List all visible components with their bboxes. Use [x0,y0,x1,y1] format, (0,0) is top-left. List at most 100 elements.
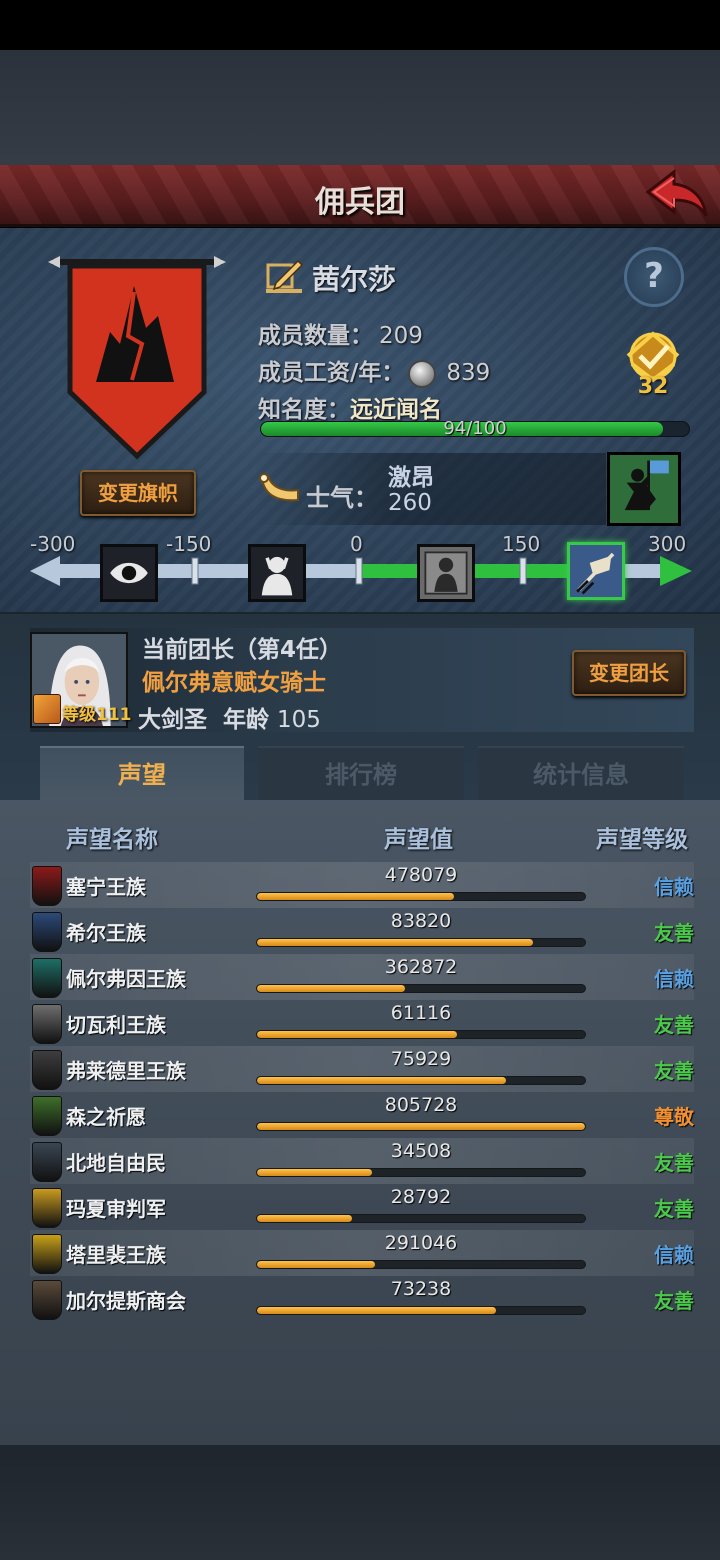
members-stat: 成员数量： 209 [258,316,423,350]
reputation-bar-fill [257,985,405,992]
table-row[interactable]: 森之祈愿 805728 尊敬 [30,1092,694,1138]
status-bar-area [0,0,720,50]
faction-crest-icon [32,1142,62,1182]
change-leader-button[interactable]: 变更团长 [572,650,686,696]
table-row[interactable]: 北地自由民 34508 友善 [30,1138,694,1184]
leader-class-age: 大剑圣 年龄 105 [138,700,321,734]
faction-crest-icon [32,1234,62,1274]
reputation-bar-fill [257,939,533,946]
morale-state: 激昂 [388,465,434,491]
faction-name: 加尔提斯商会 [66,1289,186,1313]
reputation-bar [256,1076,586,1085]
reputation-bar [256,1168,586,1177]
reputation-bar [256,1030,586,1039]
reputation-bar-fill [257,1261,376,1268]
table-row[interactable]: 希尔王族 83820 友善 [30,908,694,954]
help-button[interactable]: ? [624,247,684,307]
scale-tick-label: -300 [30,532,76,556]
faction-crest-icon [32,1050,62,1090]
horn-icon [259,473,299,502]
faction-name: 玛夏审判军 [66,1197,166,1221]
reputation-bar [256,984,586,993]
header-bar: 佣兵团 [0,165,720,227]
company-name: 茜尔莎 [312,263,397,296]
reputation-value: 73238 [390,1278,452,1300]
reputation-bar-fill [257,1169,372,1176]
reputation-value: 291046 [384,1232,458,1254]
faction-name: 佩尔弗因王族 [66,967,186,991]
leader-title: 当前团长（第4任） [142,637,343,663]
faction-crest-icon [32,1280,62,1320]
company-name-row: 茜尔莎 [264,258,396,298]
tab-leaderboard[interactable]: 排行榜 [258,746,464,800]
company-banner-emblem [48,256,226,460]
reputation-level: 友善 [654,1013,694,1037]
reputation-bar [256,938,586,947]
reputation-bar-fill [257,893,454,900]
rank-badge-number: 32 [637,374,669,399]
members-label: 成员数量： [258,323,373,349]
table-row[interactable]: 塞宁王族 478079 信赖 [30,862,694,908]
reputation-value: 362872 [384,956,458,978]
wage-stat: 成员工资/年： 839 [258,353,490,388]
table-row[interactable]: 弗莱德里王族 75929 友善 [30,1046,694,1092]
faction-crest-icon [32,1188,62,1228]
reputation-value: 805728 [384,1094,458,1116]
morale-value: 260 [388,490,432,516]
column-header-value: 声望值 [384,827,453,853]
wage-label: 成员工资/年： [258,360,405,386]
column-header-level: 声望等级 [596,827,688,853]
faction-name: 塔里裴王族 [66,1243,166,1267]
sword-class-icon [33,694,61,724]
morale-eye-icon[interactable] [100,544,158,602]
tab-reputation[interactable]: 声望 [40,746,244,800]
reputation-value: 478079 [384,864,458,886]
members-value: 209 [379,323,423,349]
faction-crest-icon [32,958,62,998]
faction-name: 切瓦利王族 [66,1013,166,1037]
tab-statistics[interactable]: 统计信息 [478,746,684,800]
reputation-value: 61116 [390,1002,452,1024]
reputation-value: 83820 [390,910,452,932]
scale-tick-label: 300 [648,532,687,556]
reputation-bar-fill [257,1031,458,1038]
reputation-value: 34508 [390,1140,452,1162]
reputation-level: 友善 [654,1059,694,1083]
reputation-level: 友善 [654,921,694,945]
scale-tick-label: 150 [502,532,541,556]
bottom-background [0,1445,720,1560]
morale-despair-icon[interactable] [248,544,306,602]
reputation-bar [256,1214,586,1223]
morale-charge-icon[interactable] [567,542,625,600]
reputation-bar-fill [257,1307,497,1314]
scale-tick-label: 0 [350,532,363,556]
reputation-value: 75929 [390,1048,452,1070]
reputation-level: 信赖 [654,967,694,991]
morale-status-icon[interactable] [607,452,681,526]
edit-pencil-icon[interactable] [264,259,304,297]
reputation-value: 28792 [390,1186,452,1208]
change-flag-button[interactable]: 变更旗帜 [80,470,196,516]
leader-class-name: 大剑圣 [138,707,207,733]
leader-name: 佩尔弗意赋女骑士 [142,670,326,696]
table-row[interactable]: 加尔提斯商会 73238 友善 [30,1276,694,1322]
faction-name: 北地自由民 [66,1151,166,1175]
table-row[interactable]: 塔里裴王族 291046 信赖 [30,1230,694,1276]
morale-calm-icon[interactable] [417,544,475,602]
reputation-bar-fill [257,1123,585,1130]
reputation-level: 信赖 [654,1243,694,1267]
back-arrow-icon[interactable] [644,168,710,220]
morale-scale: -300 -150 0 150 300 [30,532,692,610]
faction-crest-icon [32,1096,62,1136]
top-background [0,50,720,165]
faction-name: 森之祈愿 [66,1105,146,1129]
reputation-level: 信赖 [654,875,694,899]
faction-crest-icon [32,866,62,906]
table-row[interactable]: 玛夏审判军 28792 友善 [30,1184,694,1230]
leader-age-label: 年龄 [223,707,270,733]
fame-progress-text: 94/100 [443,418,507,439]
table-row[interactable]: 切瓦利王族 61116 友善 [30,1000,694,1046]
table-row[interactable]: 佩尔弗因王族 362872 信赖 [30,954,694,1000]
faction-name: 希尔王族 [66,921,146,945]
faction-name: 塞宁王族 [66,875,146,899]
